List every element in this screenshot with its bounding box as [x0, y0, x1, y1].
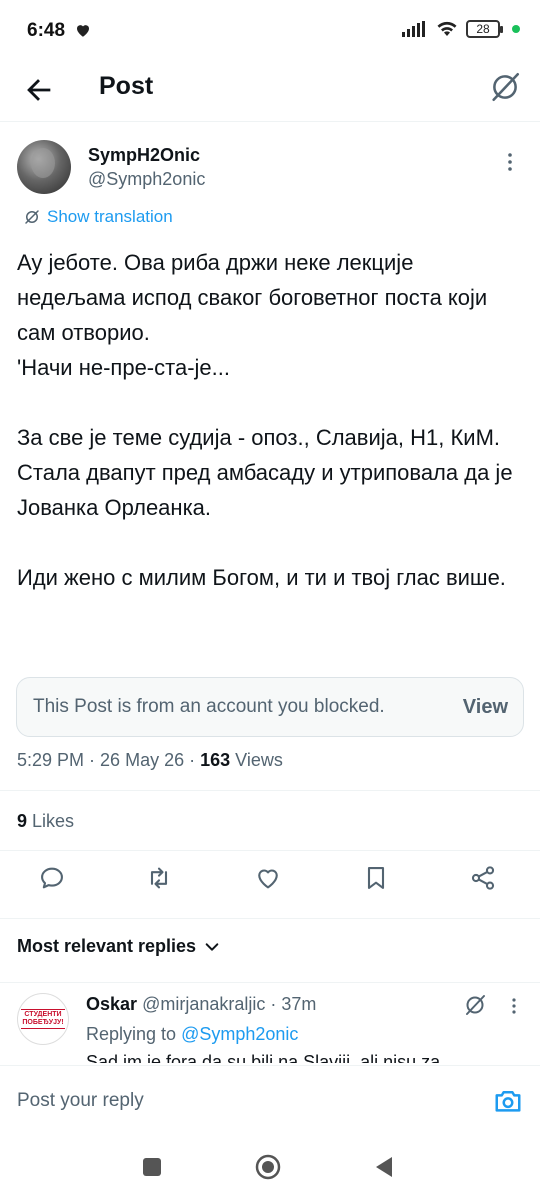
share-button[interactable] [469, 864, 503, 898]
signal-icon [402, 21, 425, 37]
author-avatar[interactable] [17, 140, 71, 194]
blocked-notice-text: This Post is from an account you blocked… [33, 696, 385, 717]
likes-count: 9 [17, 811, 28, 831]
reply-icon [41, 867, 63, 889]
views-count: 163 [200, 750, 231, 770]
divider [0, 850, 540, 851]
more-options-button[interactable] [501, 150, 519, 174]
post-meta: 5:29 PM · 26 May 26 · 163 Views [17, 750, 283, 770]
replying-to-label: Replying to [86, 1024, 177, 1044]
view-blocked-post-button[interactable]: View [463, 696, 508, 719]
reply-composer[interactable]: Post your reply [0, 1065, 540, 1137]
chevron-down-icon [205, 942, 219, 951]
status-icons: 28 [402, 20, 520, 38]
likes-stat[interactable]: 9 Likes [17, 811, 74, 832]
reply-button[interactable] [38, 864, 72, 898]
status-time: 6:48 [27, 20, 66, 41]
home-icon[interactable] [254, 1153, 282, 1181]
post-date: 26 May 26 [100, 750, 185, 770]
show-translation-link[interactable]: Show translation [23, 207, 173, 227]
repost-button[interactable] [145, 864, 179, 898]
reply-item[interactable]: СТУДЕНТИ ПОБЕЂУЈУ! Oskar @mirjanakraljic… [17, 993, 523, 1063]
more-icon [508, 153, 512, 171]
privacy-indicator-dot [512, 25, 520, 33]
wifi-icon [437, 21, 457, 36]
page-title: Post [99, 72, 154, 100]
replying-to-handle[interactable]: @Symph2onic [181, 1024, 298, 1044]
blocked-notice: This Post is from an account you blocked… [16, 677, 524, 737]
camera-icon [495, 1091, 521, 1112]
bookmark-icon [367, 867, 385, 889]
reply-text: Sad im je fora da su bili na Slaviji, al… [86, 1052, 441, 1063]
reply-avatar-logo: СТУДЕНТИ ПОБЕЂУЈУ! [21, 1009, 65, 1029]
reply-header: Oskar @mirjanakraljic · 37m [86, 994, 317, 1014]
views-label: Views [235, 750, 283, 770]
grok-button[interactable] [488, 70, 522, 104]
divider [0, 918, 540, 919]
translate-icon [25, 210, 39, 224]
heart-notification-icon [77, 25, 89, 37]
show-translation-label: Show translation [47, 207, 173, 226]
author-display-name[interactable]: SympH2Onic [88, 145, 200, 166]
divider [0, 790, 540, 791]
share-icon [471, 866, 495, 890]
replies-sort-label: Most relevant replies [17, 936, 197, 956]
divider [0, 982, 540, 983]
likes-label: Likes [32, 811, 75, 831]
back-arrow-icon [27, 79, 51, 101]
replying-to: Replying to @Symph2onic [86, 1024, 298, 1045]
bookmark-button[interactable] [362, 864, 396, 898]
more-icon[interactable] [507, 996, 521, 1016]
reply-display-name[interactable]: Oskar [86, 994, 137, 1014]
top-bar: Post [0, 60, 540, 122]
reply-handle[interactable]: @mirjanakraljic [142, 994, 265, 1014]
reply-age: 37m [281, 994, 317, 1014]
like-icon [258, 869, 278, 889]
post-text: Ау јеботе. Ова риба држи неке лекције не… [17, 250, 513, 590]
camera-button[interactable] [493, 1086, 523, 1116]
post-author: SympH2Onic @Symph2onic [17, 140, 523, 200]
author-handle[interactable]: @Symph2onic [88, 169, 205, 190]
back-nav-icon[interactable] [370, 1153, 398, 1181]
battery-indicator: 28 [466, 20, 503, 38]
post-time: 5:29 PM [17, 750, 85, 770]
recents-icon[interactable] [138, 1153, 166, 1181]
like-button[interactable] [254, 864, 288, 898]
grok-icon [492, 72, 520, 102]
repost-icon [150, 867, 168, 889]
back-button[interactable] [22, 73, 56, 107]
reply-input[interactable]: Post your reply [17, 1090, 144, 1112]
status-bar: 6:48 28 [0, 0, 540, 60]
post-actions [0, 864, 540, 904]
system-nav-bar [0, 1137, 540, 1199]
replies-sort-dropdown[interactable]: Most relevant replies [17, 936, 220, 957]
grok-icon[interactable] [463, 993, 487, 1017]
reply-avatar[interactable]: СТУДЕНТИ ПОБЕЂУЈУ! [17, 993, 69, 1045]
